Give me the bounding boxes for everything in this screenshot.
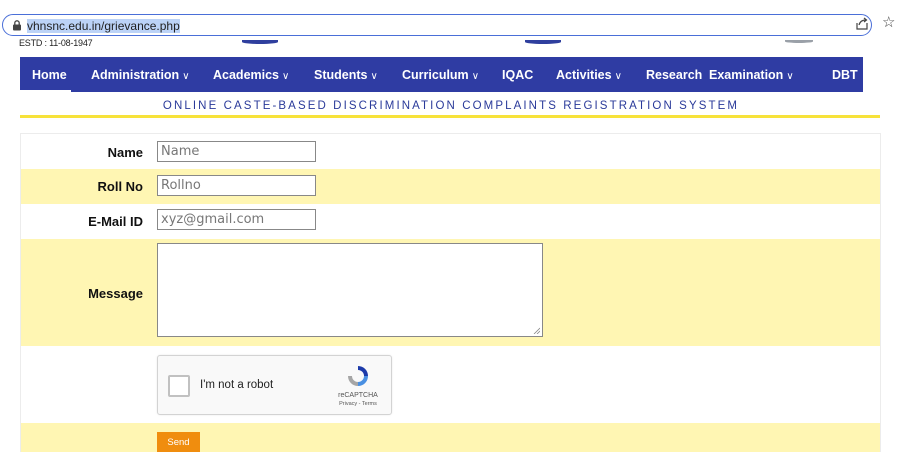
email-input[interactable]: xyz@gmail.com [157,209,316,230]
form-row-email: E-Mail ID xyz@gmail.com [21,204,880,239]
nav-item-iqac[interactable]: IQAC [502,68,533,82]
lock-icon [13,20,21,31]
title-divider [20,115,880,118]
logo-fragment [242,40,278,44]
url-field[interactable]: vhnsnc.edu.in/grievance.php [2,14,872,36]
chevron-down-icon: ∨ [614,71,622,82]
logo-fragment [785,40,813,43]
recaptcha-brand: reCAPTCHA [338,392,378,399]
chevron-down-icon: ∨ [182,71,190,82]
rollno-label: Roll No [97,179,144,194]
share-icon[interactable] [855,17,869,31]
form-row-rollno: Roll No Rollno [21,169,880,204]
form-row-name: Name Name [21,134,880,169]
chevron-down-icon: ∨ [471,71,480,82]
nav-item-research[interactable]: Research [646,68,702,82]
nav-item-academics[interactable]: Academics ∨ [213,68,289,84]
recaptcha-terms-link[interactable]: Privacy - Terms [328,401,388,408]
nav-item-home[interactable]: Home [32,68,67,82]
chevron-down-icon: ∨ [282,71,290,82]
recaptcha-widget: I'm not a robot reCAPTCHA Privacy - Term… [157,355,392,415]
chevron-down-icon: ∨ [786,71,794,82]
logo-fragment [525,40,561,44]
active-nav-indicator [20,90,71,92]
established-date: ESTD : 11-08-1947 [19,38,93,48]
nav-item-examination[interactable]: Examination ∨ [709,68,794,84]
recaptcha-label: I'm not a robot [200,379,274,391]
name-label: Name [107,145,143,160]
main-nav: Home Administration ∨ Academics ∨ Students… [20,57,863,92]
name-input[interactable]: Name [157,141,316,162]
message-textarea[interactable] [157,243,543,337]
url-text: vhnsnc.edu.in/grievance.php [27,19,180,33]
recaptcha-checkbox[interactable] [168,375,190,397]
nav-item-curriculum[interactable]: Curriculum ∨ [402,68,479,84]
resize-handle-icon[interactable] [533,327,540,334]
form-row-submit: Send [21,423,880,452]
nav-item-activities[interactable]: Activities ∨ [556,68,622,84]
rollno-input[interactable]: Rollno [157,175,316,196]
nav-item-students[interactable]: Students ∨ [314,68,378,84]
nav-item-dbt[interactable]: DBT [832,68,858,82]
bookmark-star-icon[interactable]: ☆ [882,14,895,32]
form-row-message: Message [21,239,880,346]
send-button[interactable]: Send [157,432,200,452]
page-title: ONLINE CASTE-BASED DISCRIMINATION COMPLA… [162,100,740,112]
nav-item-administration[interactable]: Administration ∨ [91,68,190,84]
recaptcha-logo-icon [348,366,368,386]
browser-address-bar: vhnsnc.edu.in/grievance.php [0,14,902,38]
complaint-form: Name Name Roll No Rollno E-Mail ID xyz@g… [20,133,881,452]
message-label: Message [88,286,143,301]
email-label: E-Mail ID [88,214,143,229]
form-row-captcha: I'm not a robot reCAPTCHA Privacy - Term… [21,346,880,423]
chevron-down-icon: ∨ [370,71,378,82]
